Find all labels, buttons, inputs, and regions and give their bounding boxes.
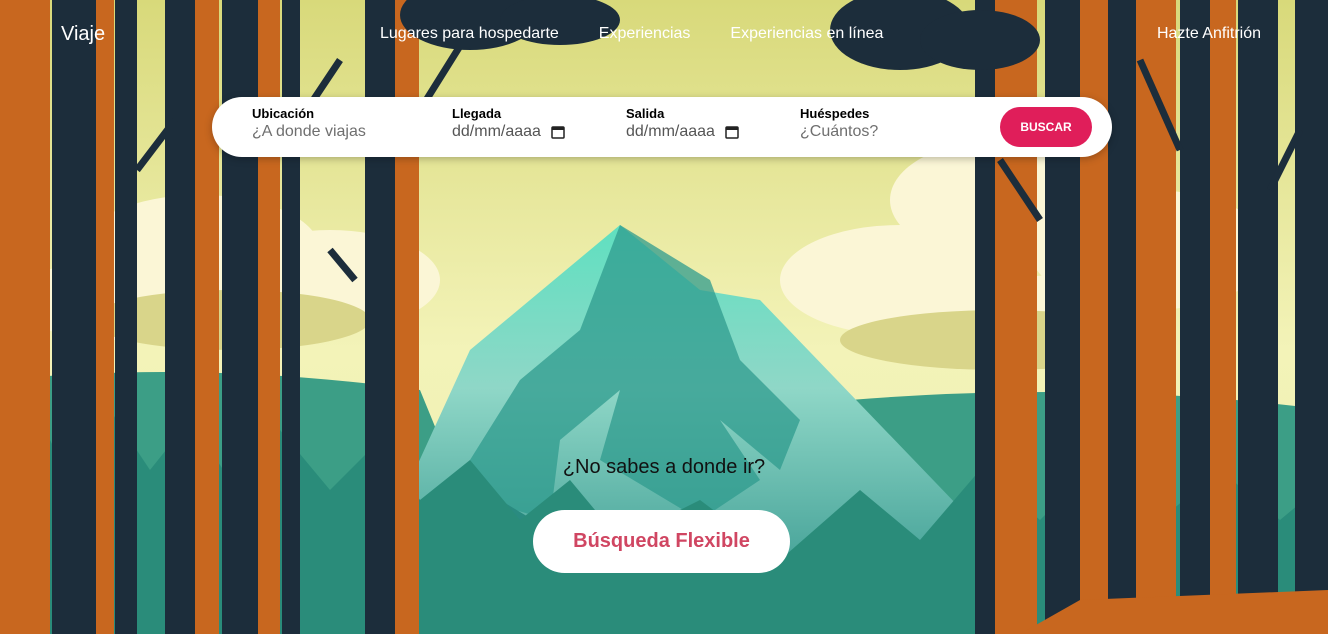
checkout-field: Salida dd/mm/aaaa: [626, 106, 739, 141]
nav-links: Lugares para hospedarte Experiencias Exp…: [380, 25, 883, 43]
checkin-value: dd/mm/aaaa: [452, 123, 541, 140]
calendar-icon[interactable]: [725, 125, 739, 139]
location-label: Ubicación: [252, 106, 315, 121]
brand-logo[interactable]: Viaje: [61, 23, 105, 46]
checkin-field: Llegada dd/mm/aaaa: [452, 106, 565, 141]
calendar-icon[interactable]: [551, 125, 565, 139]
search-button[interactable]: BUSCAR: [1000, 107, 1092, 147]
checkin-input[interactable]: dd/mm/aaaa: [452, 123, 565, 141]
location-field: Ubicación: [252, 106, 432, 141]
nav-link-lugares[interactable]: Lugares para hospedarte: [380, 25, 559, 43]
top-navbar: Viaje Lugares para hospedarte Experienci…: [0, 0, 1328, 70]
nav-link-experiencias-en-linea[interactable]: Experiencias en línea: [730, 25, 883, 43]
hero-section: Viaje Lugares para hospedarte Experienci…: [0, 0, 1328, 634]
checkin-label: Llegada: [452, 106, 502, 121]
flexible-search-button[interactable]: Búsqueda Flexible: [533, 510, 790, 573]
nav-link-experiencias[interactable]: Experiencias: [599, 25, 691, 43]
checkout-value: dd/mm/aaaa: [626, 123, 715, 140]
flexible-question: ¿No sabes a donde ir?: [562, 456, 766, 478]
guests-input[interactable]: [800, 123, 950, 141]
become-host-link[interactable]: Hazte Anfitrión: [1157, 25, 1261, 43]
location-input[interactable]: [252, 123, 432, 141]
checkout-input[interactable]: dd/mm/aaaa: [626, 123, 739, 141]
search-bar: Ubicación Llegada dd/mm/aaaa Salida dd/m…: [212, 97, 1112, 157]
guests-field: Huéspedes: [800, 106, 950, 141]
guests-label: Huéspedes: [800, 106, 870, 121]
checkout-label: Salida: [626, 106, 665, 121]
